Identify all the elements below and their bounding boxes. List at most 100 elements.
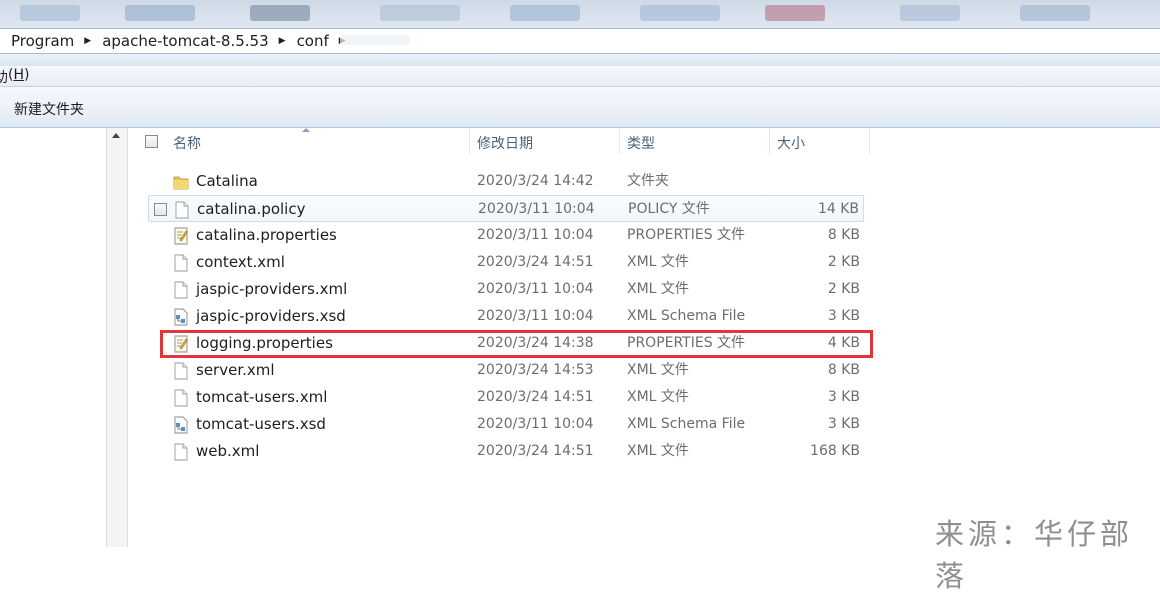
column-divider[interactable] xyxy=(619,128,620,154)
column-header-date-label: 修改日期 xyxy=(477,136,533,152)
blurred-item xyxy=(765,5,825,21)
navigation-pane[interactable] xyxy=(0,128,106,547)
select-all-checkbox[interactable] xyxy=(145,135,158,148)
nav-scrollbar[interactable] xyxy=(106,128,128,547)
blurred-item xyxy=(250,5,310,21)
file-type: XML 文件 xyxy=(627,281,689,297)
blurred-item xyxy=(125,5,195,21)
menu-help[interactable]: 助(H) xyxy=(0,67,29,87)
toolbar: 新建文件夹 xyxy=(0,87,1160,128)
scroll-up-arrow-icon[interactable] xyxy=(112,133,120,138)
properties-file-icon xyxy=(174,335,188,353)
file-date: 2020/3/24 14:38 xyxy=(477,335,594,351)
file-type: XML 文件 xyxy=(627,254,689,270)
folder-icon xyxy=(173,176,189,190)
source-watermark: 来源：华仔部落 xyxy=(935,517,1134,593)
window-band xyxy=(0,54,1160,66)
file-icon xyxy=(174,443,188,461)
column-header-type[interactable]: 类型 xyxy=(627,128,769,158)
file-icon xyxy=(174,254,188,272)
blurred-item xyxy=(380,5,460,21)
file-size: 2 KB xyxy=(827,281,860,297)
file-row[interactable]: jaspic-providers.xsd 2020/3/11 10:04 XML… xyxy=(148,303,864,330)
breadcrumb-item[interactable]: apache-tomcat-8.5.53 xyxy=(91,32,268,50)
file-icon xyxy=(174,281,188,299)
file-name: tomcat-users.xsd xyxy=(196,415,326,433)
column-header-size-label: 大小 xyxy=(777,136,805,152)
file-type: PROPERTIES 文件 xyxy=(627,227,746,243)
file-date: 2020/3/11 10:04 xyxy=(477,308,594,324)
blurred-item xyxy=(510,5,580,21)
file-name: tomcat-users.xml xyxy=(196,388,328,406)
address-bar[interactable]: Program ▶ apache-tomcat-8.5.53 ▶ conf ▶ xyxy=(0,28,1160,54)
file-size: 3 KB xyxy=(827,416,860,432)
column-header-size[interactable]: 大小 xyxy=(777,128,869,158)
file-date: 2020/3/11 10:04 xyxy=(477,281,594,297)
file-size: 2 KB xyxy=(827,254,860,270)
file-row[interactable]: server.xml 2020/3/24 14:53 XML 文件 8 KB xyxy=(148,357,864,384)
file-size: 3 KB xyxy=(827,389,860,405)
xsd-file-icon xyxy=(174,308,188,326)
file-type: XML 文件 xyxy=(627,362,689,378)
column-divider[interactable] xyxy=(769,128,770,154)
file-icon xyxy=(174,362,188,380)
chevron-right-icon[interactable]: ▶ xyxy=(269,36,286,46)
file-name: catalina.properties xyxy=(196,226,337,244)
file-date: 2020/3/24 14:51 xyxy=(477,443,594,459)
menu-bar: 助(H) xyxy=(0,66,1160,87)
file-size: 8 KB xyxy=(827,227,860,243)
column-divider[interactable] xyxy=(869,128,870,154)
file-row[interactable]: tomcat-users.xml 2020/3/24 14:51 XML 文件 … xyxy=(148,384,864,411)
blurred-item xyxy=(900,5,960,21)
xsd-file-icon xyxy=(174,416,188,434)
file-size: 168 KB xyxy=(810,443,860,459)
file-row[interactable]: jaspic-providers.xml 2020/3/11 10:04 XML… xyxy=(148,276,864,303)
file-date: 2020/3/24 14:53 xyxy=(477,362,594,378)
file-row[interactable]: context.xml 2020/3/24 14:51 XML 文件 2 KB xyxy=(148,249,864,276)
column-header-name[interactable]: 名称 xyxy=(173,128,469,158)
file-name: context.xml xyxy=(196,253,285,271)
file-name: Catalina xyxy=(196,172,258,190)
file-date: 2020/3/11 10:04 xyxy=(477,227,594,243)
file-type: POLICY 文件 xyxy=(628,201,710,217)
file-type: XML 文件 xyxy=(627,389,689,405)
column-divider[interactable] xyxy=(469,128,470,154)
file-row[interactable]: logging.properties 2020/3/24 14:38 PROPE… xyxy=(148,330,864,357)
file-name: server.xml xyxy=(196,361,275,379)
file-row[interactable]: catalina.policy 2020/3/11 10:04 POLICY 文… xyxy=(148,195,864,222)
file-name: jaspic-providers.xsd xyxy=(196,307,346,325)
menu-help-accel: H xyxy=(13,67,24,83)
file-date: 2020/3/24 14:42 xyxy=(477,173,594,189)
file-type: PROPERTIES 文件 xyxy=(627,335,746,351)
file-type: XML Schema File xyxy=(627,308,746,324)
file-icon xyxy=(175,201,189,219)
file-name: jaspic-providers.xml xyxy=(196,280,348,298)
file-row[interactable]: tomcat-users.xsd 2020/3/11 10:04 XML Sch… xyxy=(148,411,864,438)
column-header-name-label: 名称 xyxy=(173,136,201,152)
blurred-taskbar-strip xyxy=(0,0,1160,28)
file-type: XML 文件 xyxy=(627,443,689,459)
file-row[interactable]: catalina.properties 2020/3/11 10:04 PROP… xyxy=(148,222,864,249)
column-header-type-label: 类型 xyxy=(627,136,655,152)
menu-help-label: 助 xyxy=(0,70,8,86)
file-size: 4 KB xyxy=(827,335,860,351)
file-name: logging.properties xyxy=(196,334,333,352)
new-folder-button[interactable]: 新建文件夹 xyxy=(14,99,84,119)
file-type: 文件夹 xyxy=(627,173,669,189)
breadcrumb-item[interactable]: Program xyxy=(0,32,74,50)
file-size: 14 KB xyxy=(817,201,859,217)
row-checkbox[interactable] xyxy=(154,203,167,216)
blurred-address-tail xyxy=(340,35,410,45)
properties-file-icon xyxy=(174,227,188,245)
file-date: 2020/3/11 10:04 xyxy=(477,416,594,432)
chevron-right-icon[interactable]: ▶ xyxy=(74,36,91,46)
file-type: XML Schema File xyxy=(627,416,746,432)
breadcrumb-item[interactable]: conf xyxy=(286,32,329,50)
blurred-item xyxy=(20,5,80,21)
file-row[interactable]: web.xml 2020/3/24 14:51 XML 文件 168 KB xyxy=(148,438,864,465)
file-size: 8 KB xyxy=(827,362,860,378)
file-size: 3 KB xyxy=(827,308,860,324)
file-row[interactable]: Catalina 2020/3/24 14:42 文件夹 xyxy=(148,168,864,195)
column-header-date[interactable]: 修改日期 xyxy=(477,128,619,158)
file-date: 2020/3/24 14:51 xyxy=(477,389,594,405)
